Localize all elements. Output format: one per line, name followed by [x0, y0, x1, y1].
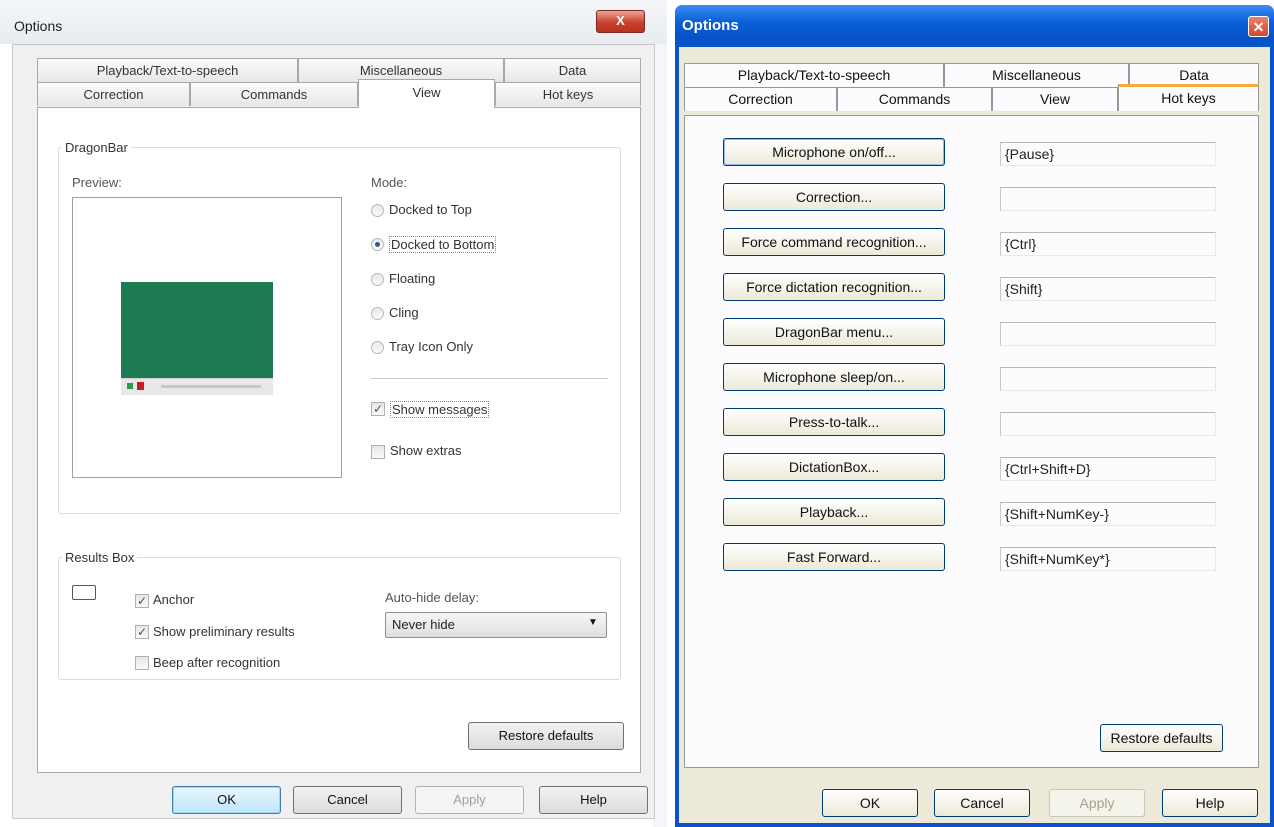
mode-radio-docked-top[interactable]: [371, 204, 384, 217]
results-box-group-title: Results Box: [62, 550, 138, 565]
hotkey-field-7[interactable]: {Ctrl+Shift+D}: [1000, 457, 1216, 481]
ok-button[interactable]: OK: [172, 786, 281, 814]
hotkey-button-8[interactable]: Playback...: [723, 498, 945, 526]
tab-view[interactable]: View: [992, 87, 1118, 111]
hotkey-field-0[interactable]: {Pause}: [1000, 142, 1216, 166]
preview-icon: [127, 383, 133, 389]
dragonbar-preview: [72, 197, 342, 478]
mode-radio-docked-bottom[interactable]: [371, 238, 384, 251]
hot-keys-tab-panel: [684, 115, 1259, 768]
hotkey-button-0[interactable]: Microphone on/off...: [723, 138, 945, 166]
hotkey-field-4[interactable]: [1000, 322, 1216, 346]
window-title: Options: [682, 17, 739, 34]
show-extras-checkbox[interactable]: [371, 445, 385, 459]
beep-checkbox[interactable]: [135, 656, 149, 670]
help-button[interactable]: Help: [539, 786, 648, 814]
restore-defaults-button[interactable]: Restore defaults: [1100, 724, 1223, 752]
show-preliminary-label[interactable]: Show preliminary results: [153, 624, 295, 639]
tab-playback-tts[interactable]: Playback/Text-to-speech: [684, 63, 944, 87]
mode-radio-cling[interactable]: [371, 307, 384, 320]
hotkey-button-7[interactable]: DictationBox...: [723, 453, 945, 481]
window-title: Options: [14, 18, 63, 34]
tab-view[interactable]: View: [358, 79, 495, 108]
mode-label-docked-top[interactable]: Docked to Top: [389, 202, 472, 217]
window-frame: [653, 44, 667, 827]
preview-dragonbar-strip: [121, 378, 273, 395]
show-messages-checkbox[interactable]: ✓: [371, 402, 385, 416]
hotkey-button-9[interactable]: Fast Forward...: [723, 543, 945, 571]
preview-window-image: [121, 282, 273, 378]
help-button[interactable]: Help: [1162, 789, 1258, 817]
tab-miscellaneous[interactable]: Miscellaneous: [944, 63, 1129, 87]
ok-button[interactable]: OK: [822, 789, 918, 817]
title-bar[interactable]: [675, 5, 1274, 47]
mode-label-cling[interactable]: Cling: [389, 305, 419, 320]
hotkey-field-9[interactable]: {Shift+NumKey*}: [1000, 547, 1216, 571]
apply-button[interactable]: Apply: [1049, 789, 1145, 817]
chevron-down-icon: ▼: [588, 617, 598, 628]
autohide-selected-value: Never hide: [392, 617, 455, 632]
mode-label-floating[interactable]: Floating: [389, 271, 435, 286]
preview-message-text: [161, 385, 261, 388]
tab-correction[interactable]: Correction: [37, 82, 190, 106]
hotkey-button-6[interactable]: Press-to-talk...: [723, 408, 945, 436]
hotkey-button-4[interactable]: DragonBar menu...: [723, 318, 945, 346]
hotkey-field-8[interactable]: {Shift+NumKey-}: [1000, 502, 1216, 526]
hotkey-button-2[interactable]: Force command recognition...: [723, 228, 945, 256]
options-dialog-win7: Options X Playback/Text-to-speech Miscel…: [0, 0, 667, 827]
mode-label-docked-bottom[interactable]: Docked to Bottom: [389, 236, 497, 253]
hotkey-field-6[interactable]: [1000, 412, 1216, 436]
show-messages-label[interactable]: Show messages: [390, 401, 490, 418]
tab-correction[interactable]: Correction: [684, 87, 837, 111]
cancel-button[interactable]: Cancel: [934, 789, 1030, 817]
mode-divider: [371, 378, 608, 379]
apply-button[interactable]: Apply: [415, 786, 524, 814]
tab-data[interactable]: Data: [504, 58, 641, 82]
anchor-label[interactable]: Anchor: [153, 592, 194, 607]
mode-label: Mode:: [371, 175, 408, 190]
close-button[interactable]: ✕: [1248, 16, 1269, 37]
beep-label[interactable]: Beep after recognition: [153, 655, 280, 670]
hotkey-field-5[interactable]: [1000, 367, 1216, 391]
tab-commands[interactable]: Commands: [190, 82, 358, 106]
autohide-label: Auto-hide delay:: [385, 590, 479, 605]
results-box-icon: [72, 585, 96, 600]
anchor-checkbox[interactable]: ✓: [135, 594, 149, 608]
title-bar[interactable]: [0, 0, 667, 44]
options-dialog-xp: Options ✕ Playback/Text-to-speech Miscel…: [675, 5, 1274, 827]
hotkey-field-1[interactable]: [1000, 187, 1216, 211]
mode-label-tray-icon-only[interactable]: Tray Icon Only: [389, 339, 473, 354]
microphone-icon: [137, 382, 144, 390]
show-preliminary-checkbox[interactable]: ✓: [135, 625, 149, 639]
hotkey-field-2[interactable]: {Ctrl}: [1000, 232, 1216, 256]
cancel-button[interactable]: Cancel: [293, 786, 402, 814]
hotkey-field-3[interactable]: {Shift}: [1000, 277, 1216, 301]
mode-radio-tray-icon-only[interactable]: [371, 341, 384, 354]
tab-commands[interactable]: Commands: [837, 87, 992, 111]
show-extras-label[interactable]: Show extras: [390, 443, 462, 458]
hotkey-button-5[interactable]: Microphone sleep/on...: [723, 363, 945, 391]
autohide-dropdown[interactable]: Never hide ▼: [385, 612, 607, 638]
preview-label: Preview:: [72, 175, 122, 190]
tab-playback-tts[interactable]: Playback/Text-to-speech: [37, 58, 298, 82]
restore-defaults-button[interactable]: Restore defaults: [468, 722, 624, 750]
tab-hot-keys[interactable]: Hot keys: [495, 82, 641, 106]
restore-defaults-label: Restore defaults: [498, 728, 594, 743]
tab-hot-keys[interactable]: Hot keys: [1118, 84, 1259, 111]
close-button[interactable]: X: [596, 10, 645, 33]
hotkey-button-3[interactable]: Force dictation recognition...: [723, 273, 945, 301]
hotkey-button-1[interactable]: Correction...: [723, 183, 945, 211]
dragonbar-group-title: DragonBar: [62, 140, 131, 155]
mode-radio-floating[interactable]: [371, 273, 384, 286]
